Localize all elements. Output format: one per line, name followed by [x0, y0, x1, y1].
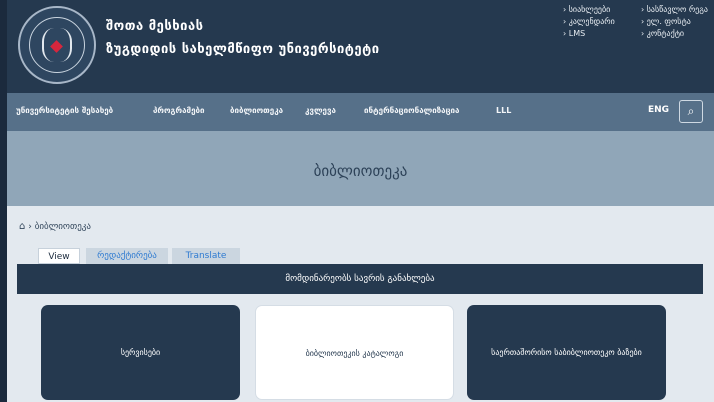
nav-item-about[interactable]: უნივერსიტეტის შესახებ: [16, 106, 113, 115]
card-international-databases[interactable]: საერთაშორისო საბიბლიოთეკო ბაზები: [467, 305, 666, 400]
top-link-email[interactable]: › ელ. ფოსტა: [641, 16, 708, 28]
language-switch[interactable]: ENG: [648, 105, 669, 115]
nav-item-programs[interactable]: პროგრამები: [153, 106, 205, 115]
tab-edit[interactable]: რედაქტირება: [86, 248, 168, 264]
page-title: ბიბლიოთეკა: [313, 162, 408, 180]
top-link-contact[interactable]: › კონტაქტი: [641, 28, 708, 40]
top-link-lms[interactable]: › LMS: [563, 28, 615, 40]
nav-item-library[interactable]: ბიბლიოთეკა: [230, 106, 283, 115]
nav-item-lll[interactable]: LLL: [496, 106, 511, 115]
card-library-catalog[interactable]: ბიბლიოთეკის კატალოგი: [255, 305, 454, 400]
university-name-line1[interactable]: შოთა მესხიას: [106, 19, 204, 34]
top-link-news[interactable]: › სიახლეები: [563, 4, 615, 16]
top-link-registration[interactable]: › სასწავლო რეგა: [641, 4, 708, 16]
tab-view[interactable]: View: [38, 248, 80, 264]
nav-item-research[interactable]: კვლევა: [305, 106, 336, 115]
page-banner: ბიბლიოთეკა: [7, 131, 714, 206]
card-services[interactable]: სერვისები: [41, 305, 240, 400]
top-links-column-2: › სასწავლო რეგა › ელ. ფოსტა › კონტაქტი: [641, 4, 708, 40]
breadcrumb: ⌂ › ბიბლიოთეკა: [19, 221, 91, 232]
page-frame: შოთა მესხიას ზუგდიდის სახელმწიფო უნივერს…: [7, 0, 714, 402]
university-name-line2[interactable]: ზუგდიდის სახელმწიფო უნივერსიტეტი: [106, 42, 380, 57]
site-header: შოთა მესხიას ზუგდიდის სახელმწიფო უნივერს…: [7, 0, 714, 93]
tab-translate[interactable]: Translate: [172, 248, 240, 264]
home-icon[interactable]: ⌂: [19, 221, 25, 232]
breadcrumb-separator: ›: [28, 222, 32, 232]
nav-item-internationalization[interactable]: ინტერნაციონალიზაცია: [364, 106, 459, 115]
search-icon[interactable]: ⌕: [679, 100, 703, 123]
section-bar: მომდინარეობს სავრის განახლება: [17, 264, 703, 294]
top-link-calendar[interactable]: › კალენდარი: [563, 16, 615, 28]
main-nav: უნივერსიტეტის შესახებ პროგრამები ბიბლიოთ…: [7, 93, 714, 131]
breadcrumb-current: ბიბლიოთეკა: [34, 222, 91, 232]
top-links-column-1: › სიახლეები › კალენდარი › LMS: [563, 4, 615, 40]
university-logo[interactable]: [18, 6, 96, 84]
